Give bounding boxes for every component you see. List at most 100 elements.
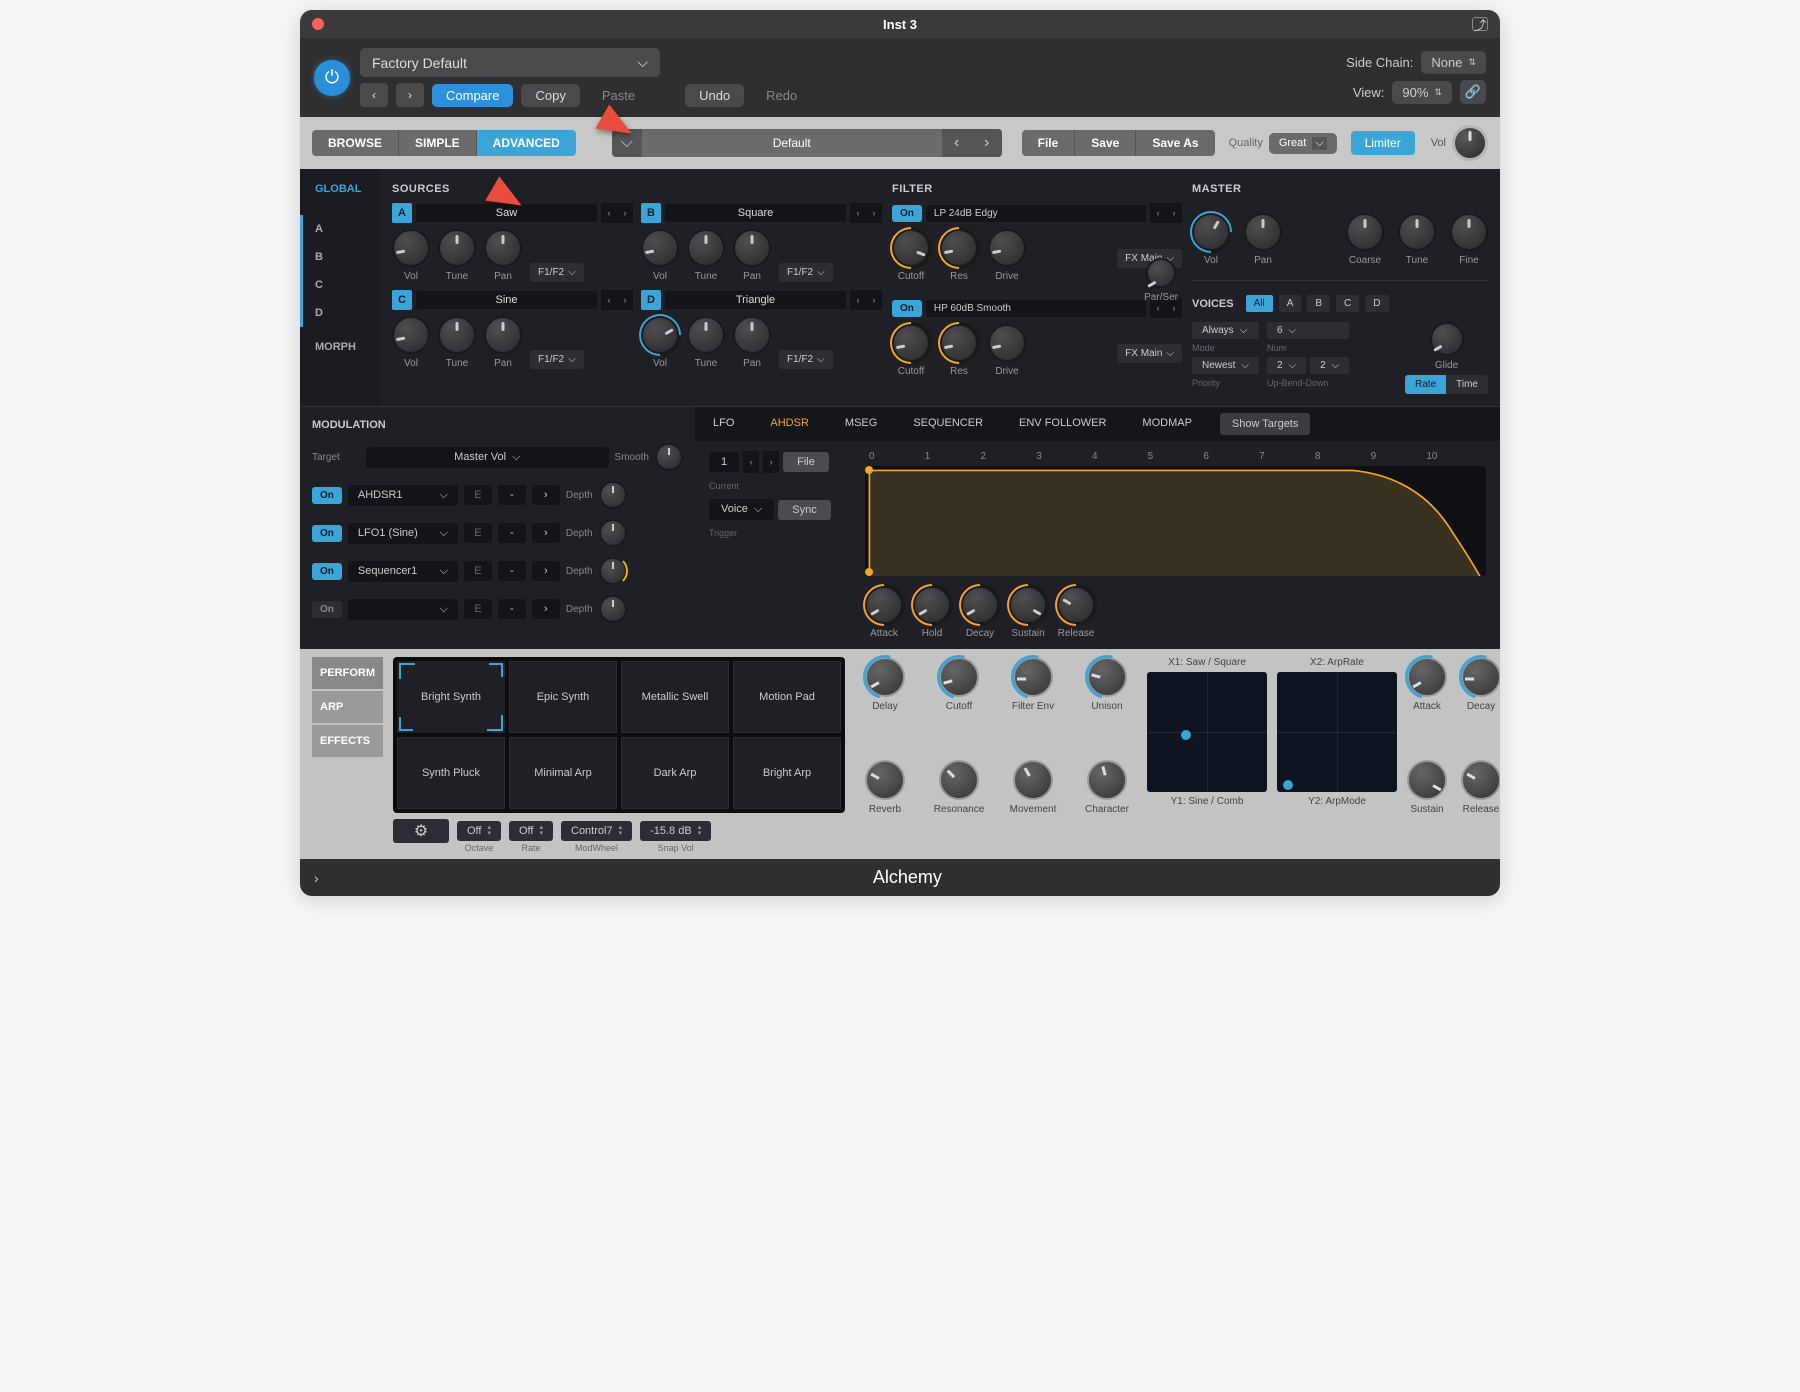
filter1-drive-knob[interactable] bbox=[988, 229, 1026, 267]
src-b-vol-knob[interactable] bbox=[641, 229, 679, 267]
perform-pad[interactable]: Epic Synth bbox=[509, 661, 617, 733]
mod-source-dropdown[interactable]: LFO1 (Sine)⌵ bbox=[348, 523, 458, 544]
next-icon[interactable]: › bbox=[1166, 203, 1182, 223]
perform-knob-delay[interactable] bbox=[865, 657, 905, 697]
export-icon[interactable]: ⤴ bbox=[1472, 17, 1488, 31]
mod-target-dropdown[interactable]: Master Vol⌵ bbox=[366, 447, 609, 468]
mod-source-dropdown[interactable]: ⌵ bbox=[348, 599, 458, 620]
link-icon[interactable]: 🔗 bbox=[1460, 80, 1486, 104]
perf-decay-knob[interactable] bbox=[1461, 657, 1500, 697]
mod-edit-button[interactable]: E bbox=[464, 561, 492, 581]
save-button[interactable]: Save bbox=[1075, 130, 1136, 156]
mod-source-dropdown[interactable]: AHDSR1⌵ bbox=[348, 485, 458, 506]
voices-all-button[interactable]: All bbox=[1246, 295, 1273, 312]
voices-priority-dropdown[interactable]: Newest⌵ bbox=[1192, 357, 1259, 374]
bend-up-dropdown[interactable]: 2⌵ bbox=[1267, 357, 1306, 374]
perform-tab[interactable]: PERFORM bbox=[312, 657, 383, 689]
perf-sustain-knob[interactable] bbox=[1407, 760, 1447, 800]
src-a-vol-knob[interactable] bbox=[392, 229, 430, 267]
prev-icon[interactable]: ‹ bbox=[743, 451, 759, 473]
quality-dropdown[interactable]: Great ⌵ bbox=[1269, 133, 1337, 154]
perf-attack-knob[interactable] bbox=[1407, 657, 1447, 697]
sync-button[interactable]: Sync bbox=[778, 500, 830, 520]
xy-pad-2[interactable] bbox=[1277, 672, 1397, 792]
perform-pad[interactable]: Bright Arp bbox=[733, 737, 841, 809]
master-pan-knob[interactable] bbox=[1244, 213, 1282, 251]
mod-on-button[interactable]: On bbox=[312, 563, 342, 580]
xy-pad-1[interactable] bbox=[1147, 672, 1267, 792]
filter1-type[interactable]: LP 24dB Edgy bbox=[926, 205, 1146, 222]
parser-knob[interactable] bbox=[1146, 258, 1176, 288]
source-d-tab[interactable]: D bbox=[300, 299, 380, 327]
glide-knob[interactable] bbox=[1430, 322, 1464, 356]
browse-tab[interactable]: BROWSE bbox=[312, 130, 399, 156]
perf-release-knob[interactable] bbox=[1461, 760, 1500, 800]
attack-knob[interactable] bbox=[865, 586, 903, 624]
compare-button[interactable]: Compare bbox=[432, 84, 513, 107]
voices-d-button[interactable]: D bbox=[1365, 295, 1388, 312]
src-a-route-dropdown[interactable]: F1/F2⌵ bbox=[530, 263, 584, 282]
copy-button[interactable]: Copy bbox=[521, 84, 579, 107]
src-b-tune-knob[interactable] bbox=[687, 229, 725, 267]
src-b-route-dropdown[interactable]: F1/F2⌵ bbox=[779, 263, 833, 282]
filter2-res-knob[interactable] bbox=[940, 324, 978, 362]
src-c-route-dropdown[interactable]: F1/F2⌵ bbox=[530, 350, 584, 369]
perform-pad[interactable]: Metallic Swell bbox=[621, 661, 729, 733]
source-a-tab[interactable]: A bbox=[300, 215, 380, 243]
filter1-on-button[interactable]: On bbox=[892, 205, 922, 222]
ahdsr-file-button[interactable]: File bbox=[783, 452, 829, 472]
master-vol-knob[interactable] bbox=[1192, 213, 1230, 251]
release-knob[interactable] bbox=[1057, 586, 1095, 624]
limiter-button[interactable]: Limiter bbox=[1351, 131, 1415, 155]
source-c-badge[interactable]: C bbox=[392, 290, 412, 310]
simple-tab[interactable]: SIMPLE bbox=[399, 130, 477, 156]
src-c-tune-knob[interactable] bbox=[438, 316, 476, 354]
source-b-badge[interactable]: B bbox=[641, 203, 661, 223]
mod-depth-knob[interactable] bbox=[599, 557, 627, 585]
next-icon[interactable]: › bbox=[617, 203, 633, 223]
mod-chevron[interactable]: › bbox=[532, 523, 560, 543]
next-icon[interactable]: › bbox=[866, 290, 882, 310]
filter2-cutoff-knob[interactable] bbox=[892, 324, 930, 362]
effects-tab[interactable]: EFFECTS bbox=[312, 725, 383, 757]
filter2-type[interactable]: HP 60dB Smooth bbox=[926, 300, 1146, 317]
mod-on-button[interactable]: On bbox=[312, 525, 342, 542]
sidechain-dropdown[interactable]: None ⇅ bbox=[1421, 51, 1486, 74]
sequencer-tab[interactable]: SEQUENCER bbox=[895, 407, 1001, 441]
preset-next-button[interactable]: › bbox=[972, 129, 1002, 157]
master-vol-knob[interactable] bbox=[1452, 125, 1488, 161]
perform-knob-character[interactable] bbox=[1087, 760, 1127, 800]
perform-pad[interactable]: Motion Pad bbox=[733, 661, 841, 733]
sustain-knob[interactable] bbox=[1009, 586, 1047, 624]
mod-edit-button[interactable]: E bbox=[464, 485, 492, 505]
saveas-button[interactable]: Save As bbox=[1136, 130, 1214, 156]
fine-knob[interactable] bbox=[1450, 213, 1488, 251]
mod-chevron[interactable]: › bbox=[532, 561, 560, 581]
preset-prev-button[interactable]: ‹ bbox=[942, 129, 972, 157]
coarse-knob[interactable] bbox=[1346, 213, 1384, 251]
power-button[interactable]: ⏻ bbox=[314, 60, 350, 96]
src-b-pan-knob[interactable] bbox=[733, 229, 771, 267]
mod-on-button[interactable]: On bbox=[312, 601, 342, 618]
show-targets-button[interactable]: Show Targets bbox=[1220, 413, 1310, 435]
trigger-dropdown[interactable]: Voice⌵ bbox=[709, 499, 774, 520]
perform-knob-cutoff[interactable] bbox=[939, 657, 979, 697]
perform-knob-movement[interactable] bbox=[1013, 760, 1053, 800]
perform-pad[interactable]: Dark Arp bbox=[621, 737, 729, 809]
filter1-cutoff-knob[interactable] bbox=[892, 229, 930, 267]
next-icon[interactable]: › bbox=[617, 290, 633, 310]
perform-knob-resonance[interactable] bbox=[939, 760, 979, 800]
next-icon[interactable]: › bbox=[866, 203, 882, 223]
prev-icon[interactable]: ‹ bbox=[1150, 203, 1166, 223]
view-dropdown[interactable]: 90% ⇅ bbox=[1392, 81, 1452, 104]
mseg-tab[interactable]: MSEG bbox=[827, 407, 895, 441]
filter2-fx-dropdown[interactable]: FX Main⌵ bbox=[1117, 344, 1182, 363]
source-c-tab[interactable]: C bbox=[300, 271, 380, 299]
mod-source-dropdown[interactable]: Sequencer1⌵ bbox=[348, 561, 458, 582]
src-a-tune-knob[interactable] bbox=[438, 229, 476, 267]
arp-tab[interactable]: ARP bbox=[312, 691, 383, 723]
filter2-drive-knob[interactable] bbox=[988, 324, 1026, 362]
tune-knob[interactable] bbox=[1398, 213, 1436, 251]
filter1-res-knob[interactable] bbox=[940, 229, 978, 267]
source-a-badge[interactable]: A bbox=[392, 203, 412, 223]
